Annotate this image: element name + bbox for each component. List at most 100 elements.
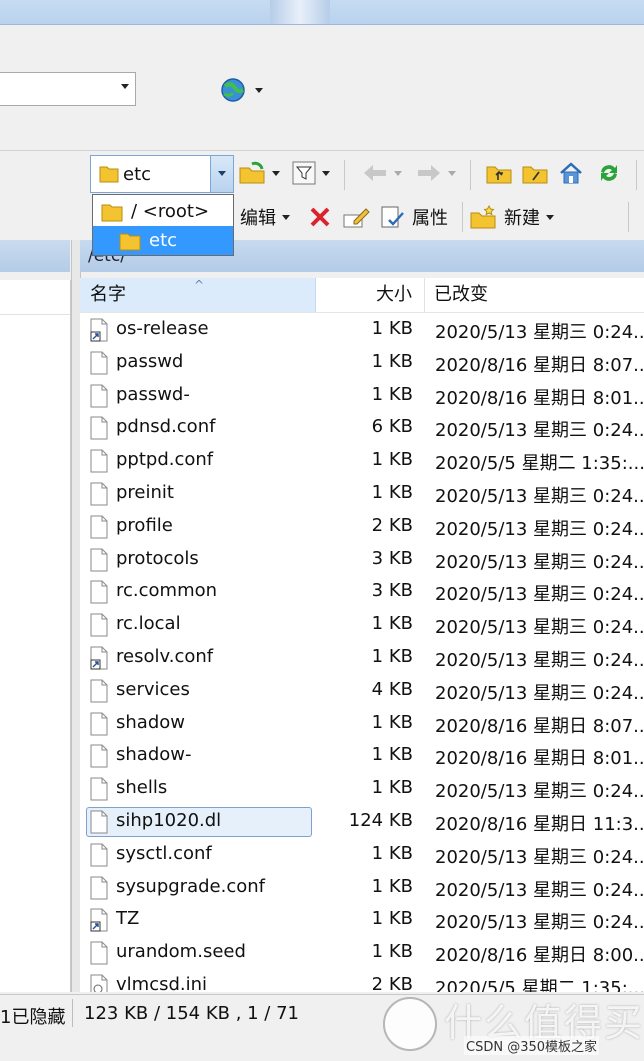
site-globe-button[interactable]	[216, 74, 268, 106]
file-changed: 2020/5/5 星期二 1:35:...	[435, 453, 644, 475]
remote-file-list[interactable]: 名字 ^ 大小 已改变 os-release 1 KB 2020/5/13 星期三 0…	[80, 278, 644, 992]
file-changed: 2020/5/13 星期三 0:24...	[435, 322, 644, 343]
table-row[interactable]: sysupgrade.conf 1 KB 2020/5/13 星期三 0:24...	[80, 872, 644, 904]
table-row[interactable]: services 4 KB 2020/5/13 星期三 0:24...	[80, 675, 644, 707]
open-folder-icon	[239, 161, 265, 184]
rename-icon	[343, 208, 370, 228]
file-name: sysupgrade.conf	[116, 875, 265, 897]
folder-icon	[99, 166, 119, 183]
home-directory-button[interactable]	[558, 158, 584, 188]
sort-ascending-icon: ^	[194, 278, 205, 292]
table-row[interactable]: passwd- 1 KB 2020/8/16 星期日 8:01...	[80, 380, 644, 412]
rename-button[interactable]	[342, 202, 370, 232]
file-name: profile	[116, 514, 173, 536]
root-directory-button[interactable]	[522, 158, 548, 188]
file-changed: 2020/5/13 星期三 0:24...	[435, 551, 644, 573]
file-size: 1 KB	[371, 350, 413, 372]
file-name: vlmcsd.ini	[116, 974, 208, 992]
file-changed: 2020/5/13 星期三 0:24...	[435, 846, 644, 868]
table-row[interactable]: rc.common 3 KB 2020/5/13 星期三 0:24...	[80, 576, 644, 608]
file-size: 1 KB	[371, 318, 413, 339]
file-changed: 2020/5/13 星期三 0:24...	[435, 584, 644, 606]
delete-button[interactable]	[308, 202, 332, 232]
new-button[interactable]: 新建	[470, 202, 554, 232]
table-row[interactable]: profile 2 KB 2020/5/13 星期三 0:24...	[80, 511, 644, 543]
table-row[interactable]: TZ 1 KB 2020/5/13 星期三 0:24...	[80, 904, 644, 936]
local-path-bar	[0, 240, 70, 272]
local-address-combo[interactable]	[0, 72, 136, 106]
open-folder-button[interactable]	[238, 158, 280, 188]
filter-button[interactable]	[292, 158, 330, 188]
settings-file-icon	[90, 974, 108, 992]
file-changed: 2020/5/13 星期三 0:24...	[435, 781, 644, 803]
table-row[interactable]: shadow 1 KB 2020/8/16 星期日 8:07...	[80, 708, 644, 740]
chevron-down-icon[interactable]	[210, 156, 233, 192]
dropdown-item-root[interactable]: / <root>	[93, 197, 233, 226]
file-changed: 2020/5/13 星期三 0:24...	[435, 879, 644, 901]
status-hidden-count: 1已隐藏	[0, 1007, 66, 1028]
edit-button[interactable]: 编辑	[240, 202, 290, 232]
column-size-label: 大小	[376, 284, 412, 305]
table-row[interactable]: rc.local 1 KB 2020/5/13 星期三 0:24...	[80, 609, 644, 641]
table-row[interactable]: shells 1 KB 2020/5/13 星期三 0:24...	[80, 773, 644, 805]
table-row[interactable]: pptpd.conf 1 KB 2020/5/5 星期二 1:35:...	[80, 445, 644, 477]
file-size: 4 KB	[371, 678, 413, 700]
status-selection-summary: 123 KB / 154 KB , 1 / 71	[84, 1003, 299, 1024]
file-icon	[90, 712, 108, 736]
file-changed: 2020/8/16 星期日 8:00...	[435, 945, 644, 967]
table-row[interactable]: vlmcsd.ini 2 KB 2020/5/5 星期二 1:35:...	[80, 970, 644, 992]
parent-directory-button[interactable]	[486, 158, 512, 188]
table-row[interactable]: sihp1020.dl 124 KB 2020/8/16 星期日 11:3...	[80, 806, 644, 838]
file-size: 3 KB	[371, 580, 413, 602]
file-size: 1 KB	[371, 613, 413, 635]
properties-button[interactable]: 属性	[380, 202, 448, 232]
table-row[interactable]: urandom.seed 1 KB 2020/8/16 星期日 8:00...	[80, 937, 644, 969]
file-name: sihp1020.dl	[116, 810, 222, 831]
chevron-down-icon[interactable]	[322, 170, 330, 176]
path-dropdown-list[interactable]: / <root> etc	[92, 194, 234, 256]
chevron-down-icon[interactable]	[448, 170, 456, 176]
table-row[interactable]: preinit 1 KB 2020/5/13 星期三 0:24...	[80, 478, 644, 510]
dropdown-item-label: etc	[149, 230, 178, 251]
column-name-header[interactable]: 名字 ^	[80, 278, 316, 312]
local-file-list[interactable]	[0, 280, 71, 992]
refresh-button[interactable]	[596, 158, 622, 188]
chevron-down-icon[interactable]	[282, 214, 290, 220]
remote-path-combo[interactable]: etc	[90, 155, 234, 193]
table-row[interactable]: os-release 1 KB 2020/5/13 星期三 0:24...	[80, 314, 644, 346]
file-size: 1 KB	[371, 941, 413, 963]
column-size-header[interactable]: 大小	[317, 278, 425, 312]
table-row[interactable]: pdnsd.conf 6 KB 2020/5/13 星期三 0:24...	[80, 412, 644, 444]
file-size: 1 KB	[371, 908, 413, 930]
back-arrow-icon	[364, 165, 386, 181]
forward-button[interactable]	[416, 158, 456, 188]
back-button[interactable]	[362, 158, 402, 188]
chevron-down-icon[interactable]	[546, 214, 554, 220]
file-size: 2 KB	[371, 514, 413, 536]
table-row[interactable]: passwd 1 KB 2020/8/16 星期日 8:07...	[80, 347, 644, 379]
delete-icon	[310, 207, 330, 227]
column-changed-header[interactable]: 已改变	[426, 278, 644, 312]
file-changed: 2020/8/16 星期日 8:07...	[435, 354, 644, 376]
folder-icon	[119, 233, 141, 251]
remote-path-combo-value: etc	[123, 164, 152, 185]
link-file-icon	[90, 646, 108, 670]
watermark-source: CSDN @350模板之家	[464, 1036, 600, 1055]
file-icon	[90, 449, 108, 473]
chevron-down-icon[interactable]	[121, 84, 129, 89]
file-name: shells	[116, 777, 168, 799]
home-icon	[560, 162, 582, 184]
table-row[interactable]: protocols 3 KB 2020/5/13 星期三 0:24...	[80, 544, 644, 576]
root-folder-icon	[522, 166, 548, 184]
table-row[interactable]: sysctl.conf 1 KB 2020/5/13 星期三 0:24...	[80, 839, 644, 871]
properties-label: 属性	[412, 208, 448, 229]
file-name: protocols	[116, 547, 199, 569]
table-row[interactable]: shadow- 1 KB 2020/8/16 星期日 8:01...	[80, 740, 644, 772]
dropdown-item-etc[interactable]: etc	[93, 226, 233, 255]
file-changed: 2020/5/13 星期三 0:24...	[435, 518, 644, 540]
file-changed: 2020/8/16 星期日 8:07...	[435, 715, 644, 737]
folder-icon	[101, 204, 123, 222]
chevron-down-icon[interactable]	[394, 170, 402, 176]
table-row[interactable]: resolv.conf 1 KB 2020/5/13 星期三 0:24...	[80, 642, 644, 674]
chevron-down-icon[interactable]	[272, 170, 280, 176]
